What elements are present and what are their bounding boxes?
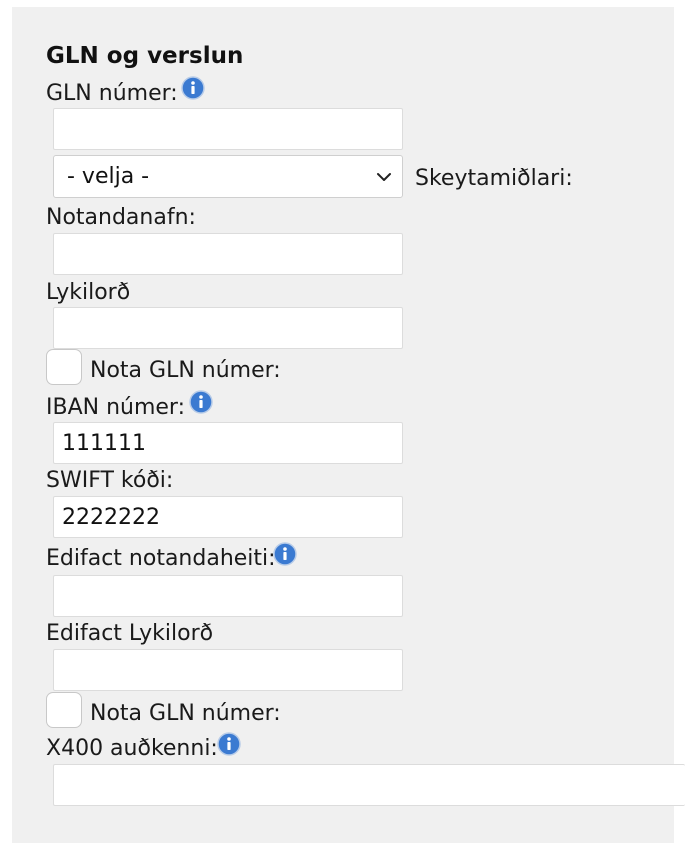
info-icon[interactable] (273, 542, 297, 566)
use-gln-checkbox[interactable] (46, 692, 82, 728)
gln-number-input[interactable] (53, 108, 403, 150)
username-input[interactable] (53, 233, 403, 275)
edifact-password-input[interactable] (53, 649, 403, 691)
use-gln-label: Nota GLN númer: (90, 358, 281, 383)
password-label: Lykilorð (46, 280, 131, 305)
swift-label: SWIFT kóði: (46, 468, 174, 493)
gln-number-label: GLN númer: (46, 81, 178, 106)
edifact-password-label: Edifact Lykilorð (46, 621, 214, 646)
messenger-select-value: - velja - (67, 164, 150, 189)
use-gln-label: Nota GLN númer: (90, 701, 281, 726)
info-icon[interactable] (189, 390, 213, 414)
section-title: GLN og verslun (46, 43, 244, 69)
iban-input[interactable] (53, 422, 403, 464)
username-label: Notandanafn: (46, 205, 196, 230)
swift-input[interactable] (53, 496, 403, 538)
x400-id-label: X400 auðkenni: (46, 736, 218, 761)
messenger-select[interactable]: - velja - (53, 155, 403, 198)
edifact-username-label: Edifact notandaheiti: (46, 546, 276, 571)
x400-id-input[interactable] (53, 764, 685, 806)
password-input[interactable] (53, 307, 403, 349)
edifact-username-input[interactable] (53, 575, 403, 617)
iban-label: IBAN númer: (46, 395, 186, 420)
info-icon[interactable] (217, 732, 241, 756)
use-gln-checkbox[interactable] (46, 349, 82, 385)
info-icon[interactable] (181, 76, 205, 100)
messenger-label: Skeytamiðlari: (415, 166, 573, 191)
chevron-down-icon (377, 173, 391, 181)
